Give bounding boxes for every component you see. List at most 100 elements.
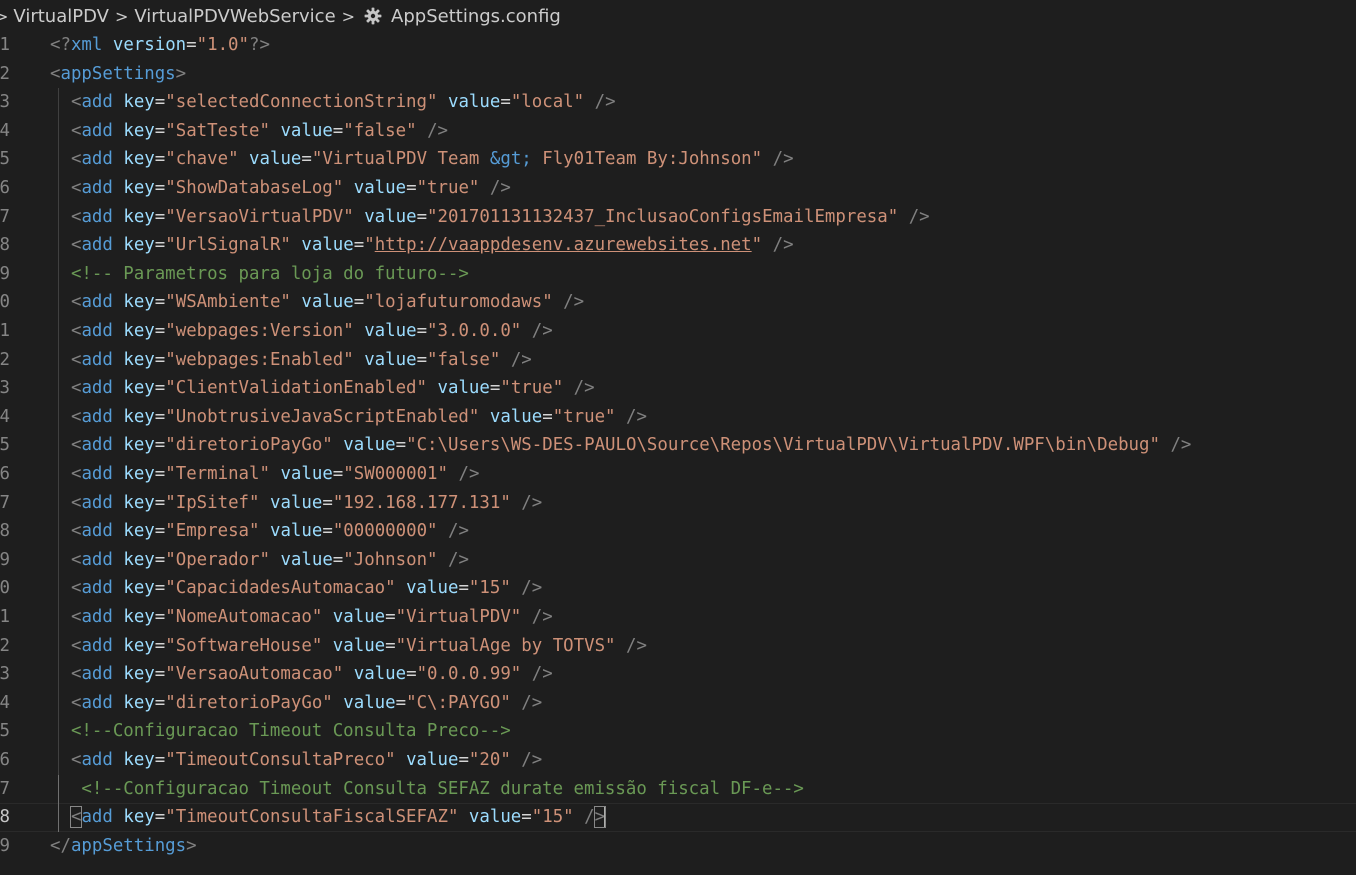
token-attr: value [343, 692, 396, 713]
code-text: <add key="webpages:Enabled" value="false… [50, 346, 532, 375]
token-tag: </ [50, 835, 71, 856]
code-line[interactable]: 24 <add key="diretorioPayGo" value="C\:P… [0, 688, 1356, 718]
code-line[interactable]: 21 <add key="NomeAutomacao" value="Virtu… [0, 603, 1356, 632]
line-number: 24 [0, 692, 10, 713]
token-eq [553, 292, 563, 312]
code-line[interactable]: 29 </appSettings> [0, 832, 1356, 861]
token-eq: = [154, 235, 166, 256]
token-tag: /> [626, 406, 647, 427]
token-tag: /> [448, 521, 469, 542]
line-number: 9 [0, 263, 10, 284]
code-line[interactable]: 18 <add key="Empresa" value="00000000" /… [0, 517, 1356, 546]
token-eq [396, 578, 406, 598]
token-eq [616, 636, 626, 656]
code-line[interactable]: 25 <!--Configuracao Timeout Consulta Pre… [0, 717, 1356, 746]
token-tag: /> [489, 178, 511, 198]
code-text: <add key="WSAmbiente" value="lojafuturom… [50, 288, 584, 317]
token-eq [113, 435, 123, 455]
token-eq: = [500, 92, 511, 113]
code-line[interactable]: 10 <add key="WSAmbiente" value="lojafutu… [0, 288, 1356, 317]
token-eq [354, 350, 364, 370]
token-eq [500, 350, 510, 370]
code-text: <add key="SoftwareHouse" value="VirtualA… [50, 632, 647, 661]
code-line[interactable]: 12 <add key="webpages:Enabled" value="fa… [0, 345, 1356, 375]
code-line[interactable]: 23 <add key="VersaoAutomacao" value="0.0… [0, 660, 1356, 689]
token-name: add [81, 578, 113, 599]
code-line[interactable]: 11 <add key="webpages:Version" value="3.… [0, 317, 1356, 346]
token-name: add [81, 607, 113, 627]
token-eq [113, 664, 123, 684]
token-eq: = [154, 406, 166, 427]
breadcrumb-item-virtualpdv[interactable]: VirtualPDV [13, 6, 109, 27]
token-name: add [81, 120, 113, 141]
token-eq [50, 636, 71, 656]
line-number: 27 [0, 778, 10, 799]
token-com: <!--Configuracao Timeout Consulta SEFAZ … [81, 778, 804, 799]
code-text: </appSettings> [50, 832, 197, 861]
code-line[interactable]: 13 <add key="ClientValidationEnabled" va… [0, 374, 1356, 403]
code-line[interactable]: 15 <add key="diretorioPayGo" value="C:\U… [0, 431, 1356, 460]
token-attr: key [123, 120, 155, 141]
token-str: "SW000001" [343, 464, 448, 484]
token-eq [50, 207, 71, 227]
token-tag: /> [563, 292, 585, 313]
token-name: add [81, 664, 113, 685]
code-line[interactable]: 28 <add key="TimeoutConsultaFiscalSEFAZ"… [0, 803, 1356, 832]
code-text: <add key="chave" value="VirtualPDV Team … [50, 145, 794, 174]
token-tag: /> [521, 692, 543, 713]
token-attr: value [343, 435, 396, 456]
token-str: " [751, 235, 763, 256]
token-str: "webpages:Version" [165, 321, 354, 341]
token-eq: = [332, 464, 344, 484]
token-eq: = [406, 664, 417, 685]
code-line[interactable]: 7 <add key="VersaoVirtualPDV" value="201… [0, 202, 1356, 232]
token-name: appSettings [60, 63, 176, 84]
token-eq: = [154, 92, 166, 113]
code-line[interactable]: 2 <appSettings> [0, 60, 1356, 89]
token-str: "ShowDatabaseLog" [165, 178, 344, 198]
code-line[interactable]: 26 <add key="TimeoutConsultaPreco" value… [0, 746, 1356, 775]
token-str: "VirtualPDV Team [311, 149, 490, 170]
breadcrumb-separator: > [114, 6, 129, 26]
token-eq [898, 207, 908, 227]
code-line[interactable]: 8 <add key="UrlSignalR" value="http://va… [0, 231, 1356, 260]
code-text: <add key="selectedConnectionString" valu… [50, 88, 616, 117]
breadcrumb-item-virtualpdvwebservice[interactable]: VirtualPDVWebService [134, 6, 335, 27]
token-eq [50, 521, 71, 541]
code-line[interactable]: 16 <add key="Terminal" value="SW000001" … [0, 460, 1356, 489]
code-line[interactable]: 4 <add key="SatTeste" value="false" /> [0, 116, 1356, 146]
token-com: <!-- Parametros para loja do futuro--> [70, 263, 469, 284]
token-eq [343, 178, 353, 198]
token-tag: < [70, 292, 82, 313]
token-str: "chave" [165, 149, 239, 170]
token-name: add [81, 92, 113, 113]
code-text: <add key="Terminal" value="SW000001" /> [50, 460, 479, 489]
breadcrumb-item-file[interactable]: AppSettings.config [391, 6, 561, 27]
line-number: 28 [0, 807, 10, 828]
code-line[interactable]: 6 <add key="ShowDatabaseLog" value="true… [0, 174, 1356, 203]
code-line[interactable]: 3 <add key="selectedConnectionString" va… [0, 88, 1356, 117]
token-str: "SoftwareHouse" [165, 635, 323, 656]
token-tag: / [584, 807, 595, 828]
token-attr: key [123, 349, 155, 370]
token-attr: value [280, 464, 333, 484]
code-line[interactable]: 1 <?xml version="1.0"?> [0, 31, 1356, 60]
code-line[interactable]: 17 <add key="IpSitef" value="192.168.177… [0, 488, 1356, 518]
token-eq [521, 664, 531, 684]
token-eq [762, 235, 772, 255]
token-tag: < [70, 435, 82, 456]
token-str: Fly01Team By:Johnson" [531, 149, 763, 170]
token-name: add [81, 149, 113, 170]
code-editor[interactable]: 1 <?xml version="1.0"?> 2 <appSettings> 3 <a… [0, 31, 1356, 875]
code-line[interactable]: 27 <!--Configuracao Timeout Consulta SEF… [0, 774, 1356, 804]
code-line[interactable]: 20 <add key="CapacidadesAutomacao" value… [0, 574, 1356, 603]
code-line[interactable]: 5 <add key="chave" value="VirtualPDV Tea… [0, 145, 1356, 174]
code-line[interactable]: 9 <!-- Parametros para loja do futuro--> [0, 259, 1356, 289]
code-text: <add key="ShowDatabaseLog" value="true" … [50, 174, 511, 203]
token-str: "TimeoutConsultaPreco" [165, 750, 396, 770]
code-line[interactable]: 14 <add key="UnobtrusiveJavaScriptEnable… [0, 402, 1356, 432]
code-line[interactable]: 22 <add key="SoftwareHouse" value="Virtu… [0, 631, 1356, 661]
code-line[interactable]: 19 <add key="Operador" value="Johnson" /… [0, 545, 1356, 575]
token-str: "CapacidadesAutomacao" [165, 578, 396, 599]
token-eq [333, 693, 343, 713]
